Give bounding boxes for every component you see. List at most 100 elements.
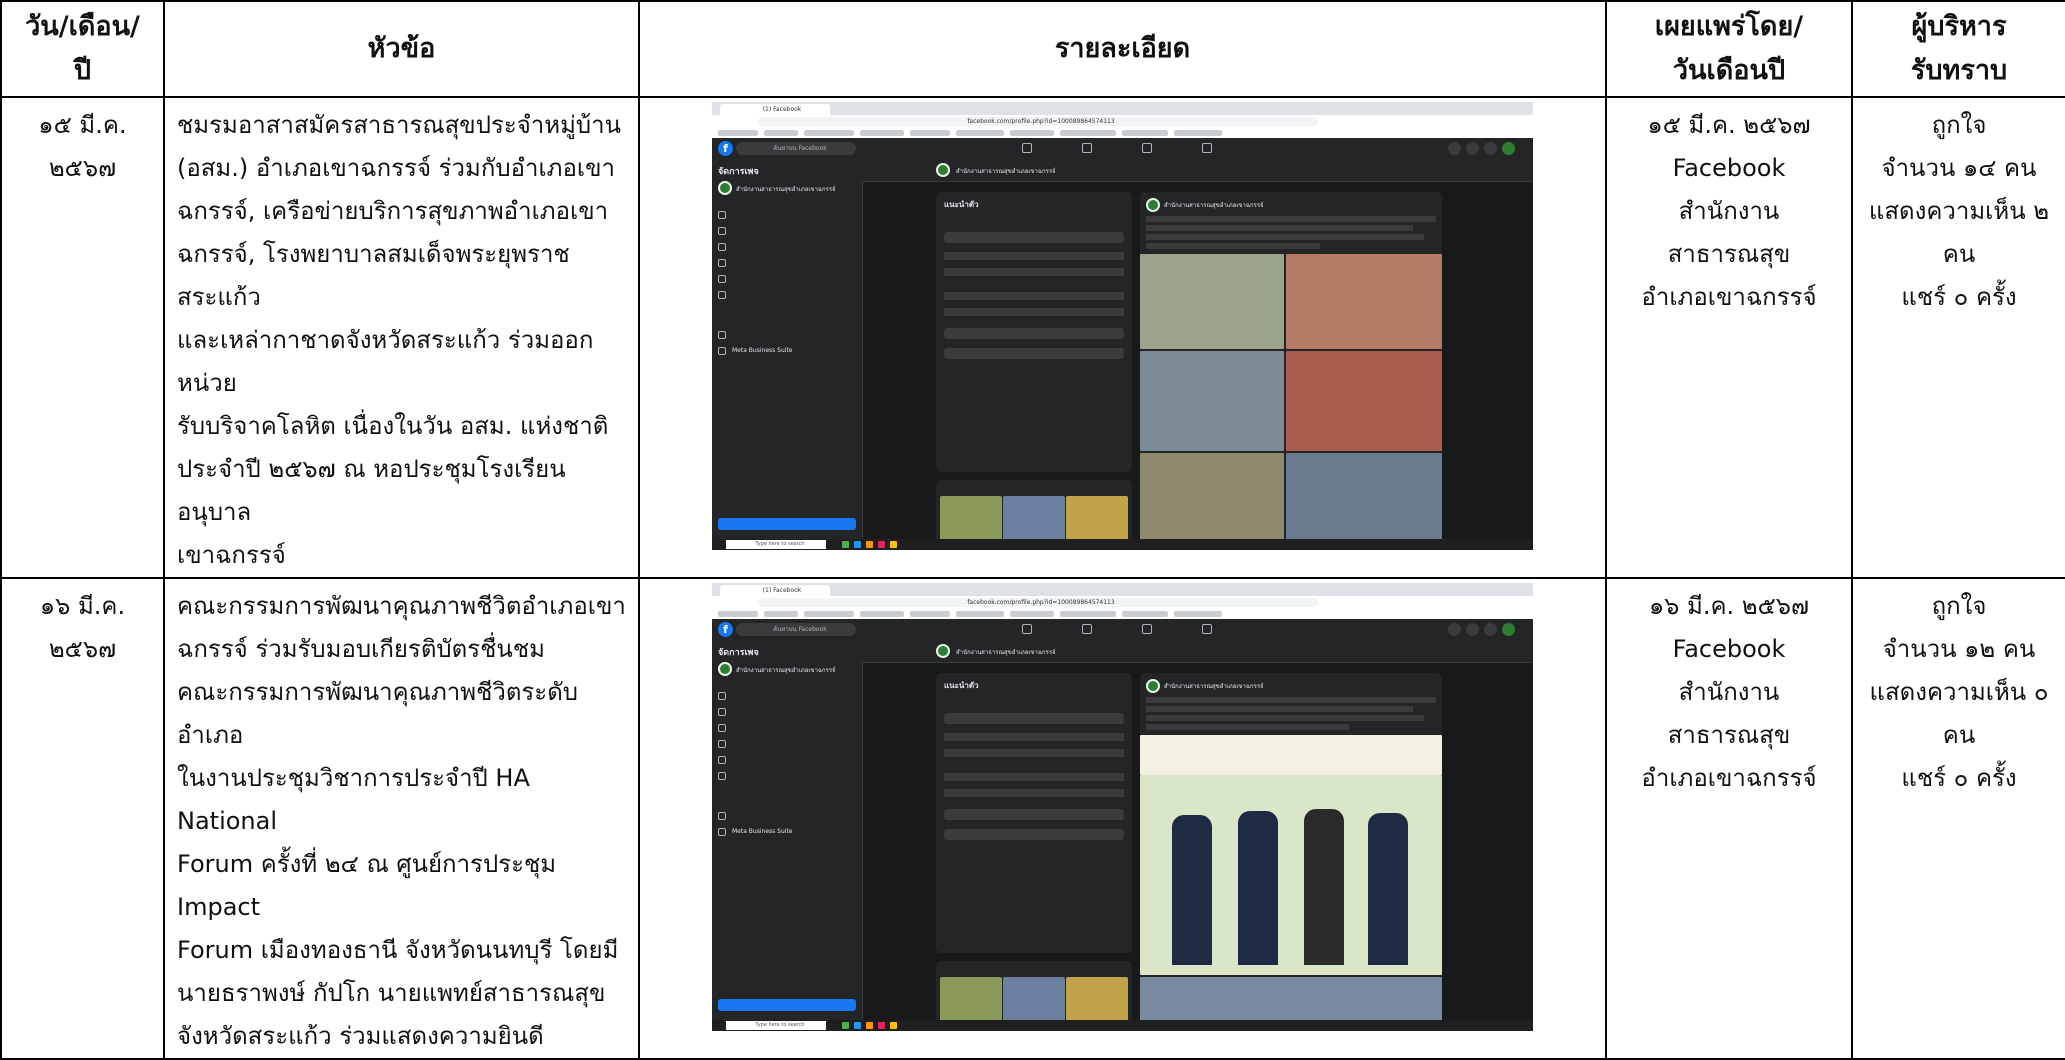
- facebook-screenshot: (1) Facebook facebook.com/profile.php?id…: [712, 583, 1533, 1031]
- bookmark: [910, 611, 950, 617]
- sidebar-item: [718, 273, 732, 285]
- intro-card: แนะนำตัว: [936, 673, 1132, 953]
- published-cell: ๑๖ มี.ค. ๒๕๖๗ Facebook สำนักงานสาธารณสุข…: [1605, 577, 1853, 1060]
- table-row: ๑๖ มี.ค. ๒๕๖๗ คณะกรรมการพัฒนาคุณภาพชีวิต…: [0, 577, 2065, 1060]
- exec-cell: ถูกใจ จำนวน ๑๔ คน แสดงความเห็น ๒ คน แชร์…: [1851, 96, 2065, 579]
- menu-icon: [1448, 142, 1461, 155]
- bookmark: [1174, 130, 1222, 136]
- browser-tabbar: (1) Facebook: [712, 102, 1533, 115]
- post-avatar: [1146, 679, 1160, 693]
- sidebar-item: [718, 770, 732, 782]
- photo-thumb: [940, 496, 1002, 544]
- post-page-name: สำนักงานสาธารณสุขอำเภอเขาฉกรรจ์: [1164, 202, 1264, 209]
- home-icon: [1022, 143, 1032, 153]
- browser-tab: (1) Facebook: [720, 585, 830, 596]
- bookmark: [1060, 130, 1116, 136]
- messenger-icon: [1466, 142, 1479, 155]
- home-icon: [1022, 624, 1032, 634]
- browser-address-bar: facebook.com/profile.php?id=100089864574…: [712, 115, 1533, 129]
- post-card: สำนักงานสาธารณสุขอำเภอเขาฉกรรจ์: [1140, 192, 1442, 550]
- browser-tabbar: (1) Facebook: [712, 583, 1533, 596]
- sidebar-item: [718, 754, 732, 766]
- post-photo: [1286, 351, 1442, 451]
- post-photo: [1140, 351, 1284, 451]
- sidebar-title: จัดการเพจ: [718, 167, 759, 177]
- intro-button: [944, 348, 1124, 359]
- bookmark: [1010, 130, 1054, 136]
- award-photo: [1140, 775, 1442, 975]
- sidebar-item-meta-business: Meta Business Suite: [718, 345, 793, 357]
- bookmark: [804, 611, 854, 617]
- bookmark: [1122, 611, 1168, 617]
- bookmark: [956, 130, 1004, 136]
- intro-line: [944, 308, 1124, 316]
- intro-title: แนะนำตัว: [944, 200, 979, 209]
- topic-cell: คณะกรรมการพัฒนาคุณภาพชีวิตอำเภอเขา ฉกรรจ…: [163, 577, 640, 1060]
- intro-line: [944, 733, 1124, 741]
- post-photo: [1140, 254, 1284, 349]
- intro-button: [944, 328, 1124, 339]
- profile-icon: [1502, 623, 1515, 636]
- bookmark: [1174, 611, 1222, 617]
- bookmark: [1010, 611, 1054, 617]
- page-header-bar: สำนักงานสาธารณสุขอำเภอเขาฉกรรจ์: [862, 159, 1533, 182]
- sidebar-item: [718, 289, 732, 301]
- event-banner: [1140, 735, 1442, 775]
- flag-icon: [1082, 143, 1092, 153]
- report-table: วัน/เดือน/ ปี หัวข้อ รายละเอียด เผยแพร่โ…: [0, 0, 2065, 1060]
- topic-cell: ชมรมอาสาสมัครสาธารณสุขประจำหมู่บ้าน (อสม…: [163, 96, 640, 579]
- sidebar-item: [718, 810, 732, 822]
- taskbar-search: Type here to search: [726, 540, 826, 549]
- header-detail: รายละเอียด: [638, 0, 1607, 98]
- bookmark: [1122, 130, 1168, 136]
- post-photo: [1140, 453, 1284, 550]
- bookmark: [1060, 611, 1116, 617]
- sidebar-button: [718, 999, 856, 1011]
- intro-button: [944, 809, 1124, 820]
- page-name: สำนักงานสาธารณสุขอำเภอเขาฉกรรจ์: [956, 168, 1056, 175]
- facebook-sidebar: จัดการเพจ สำนักงานสาธารณสุขอำเภอเขาฉกรรจ…: [712, 159, 863, 550]
- post-card: สำนักงานสาธารณสุขอำเภอเขาฉกรรจ์: [1140, 673, 1442, 1031]
- intro-line: [944, 773, 1124, 781]
- bookmark: [860, 130, 904, 136]
- post-photo: [1286, 453, 1442, 550]
- photo-thumb: [1003, 496, 1065, 544]
- sidebar-item: [718, 722, 732, 734]
- sidebar-item-meta-business: Meta Business Suite: [718, 826, 793, 838]
- bookmark: [718, 130, 758, 136]
- browser-tab: (1) Facebook: [720, 104, 830, 115]
- intro-line: [944, 252, 1124, 260]
- header-published: เผยแพร่โดย/ วันเดือนปี: [1605, 0, 1853, 98]
- megaphone-icon: [1202, 624, 1212, 634]
- sidebar-title: จัดการเพจ: [718, 648, 759, 658]
- sidebar-item: [718, 209, 732, 221]
- sidebar-item: [718, 738, 732, 750]
- sidebar-item: [718, 690, 732, 702]
- sidebar-page: สำนักงานสาธารณสุขอำเภอเขาฉกรรจ์: [718, 662, 856, 678]
- facebook-topbar: f ค้นหาบน Facebook: [712, 619, 1533, 641]
- date-cell: ๑๖ มี.ค. ๒๕๖๗: [0, 577, 165, 1060]
- windows-taskbar: Type here to search: [712, 539, 1533, 550]
- page-name: สำนักงานสาธารณสุขอำเภอเขาฉกรรจ์: [736, 186, 836, 193]
- bell-icon: [1484, 623, 1497, 636]
- sidebar-item: [718, 241, 732, 253]
- photo-thumb: [1003, 977, 1065, 1025]
- intro-line: [944, 749, 1124, 757]
- browser-address-bar: facebook.com/profile.php?id=100089864574…: [712, 596, 1533, 610]
- intro-line: [944, 789, 1124, 797]
- bookmark: [860, 611, 904, 617]
- sidebar-item: [718, 257, 732, 269]
- page-avatar: [936, 163, 950, 177]
- profile-icon: [1502, 142, 1515, 155]
- page-name: สำนักงานสาธารณสุขอำเภอเขาฉกรรจ์: [956, 649, 1056, 656]
- intro-button: [944, 713, 1124, 724]
- page-avatar: [718, 181, 732, 195]
- post-page-name: สำนักงานสาธารณสุขอำเภอเขาฉกรรจ์: [1164, 683, 1264, 690]
- flag-icon: [1082, 624, 1092, 634]
- facebook-logo-icon: f: [718, 622, 733, 637]
- facebook-sidebar: จัดการเพจ สำนักงานสาธารณสุขอำเภอเขาฉกรรจ…: [712, 640, 863, 1031]
- page-name: สำนักงานสาธารณสุขอำเภอเขาฉกรรจ์: [736, 667, 836, 674]
- app-icon: [854, 541, 861, 548]
- bell-icon: [1484, 142, 1497, 155]
- browser-url: facebook.com/profile.php?id=100089864574…: [758, 598, 1318, 607]
